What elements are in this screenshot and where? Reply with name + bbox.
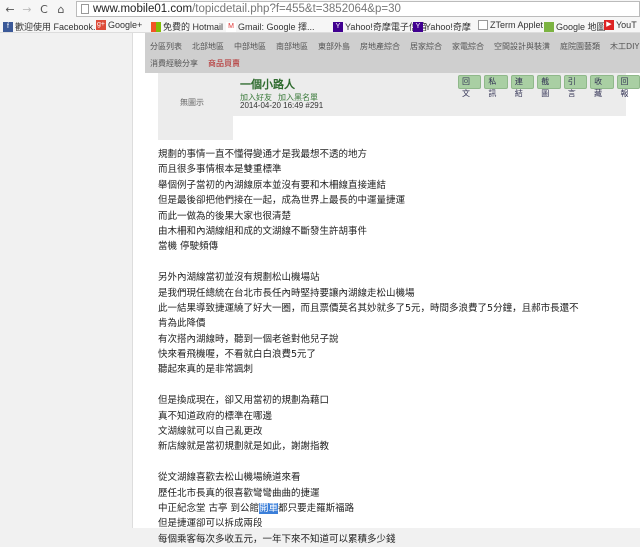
forum-nav: 分區列表 北部地區 中部地區 南部地區 東部外島 房地產綜合 居家綜合 家電綜合… bbox=[145, 33, 640, 73]
bookmark-label: Yahoo!奇摩 bbox=[425, 22, 471, 32]
post-meta: 2014-04-20 16:49 #291 bbox=[240, 101, 323, 110]
post-line: 舉個例子當初的內湖線原本並沒有要和木柵線直接連結 bbox=[158, 179, 387, 191]
post-body-bg bbox=[233, 116, 640, 146]
nav-link[interactable]: 庭院園藝類 bbox=[560, 41, 600, 52]
post-line: 另外內湖線當初並沒有規劃松山機場站 bbox=[158, 272, 320, 284]
reply-button[interactable]: 回文 bbox=[458, 75, 482, 98]
bookmark-label: Google+ bbox=[108, 20, 143, 30]
page-icon bbox=[81, 4, 89, 14]
gmail-icon: M bbox=[226, 21, 236, 32]
post-line: 但是換成現在，卻又用當初的規劃為藉口 bbox=[158, 395, 330, 407]
post-line: 中正紀念堂 古亭 到公館開車都只要走羅斯福路 bbox=[158, 501, 579, 516]
nav-link[interactable]: 木工DIY bbox=[610, 41, 639, 52]
bookmark-label: YouT bbox=[616, 20, 637, 30]
post-line: 而且很多事情根本是雙重標準 bbox=[158, 164, 282, 176]
post-line: 當機 停駛頻傳 bbox=[158, 241, 219, 253]
post-line: 肯為此降價 bbox=[158, 318, 206, 330]
message-button[interactable]: 私訊 bbox=[484, 75, 508, 98]
nav-link[interactable]: 房地產綜合 bbox=[360, 41, 400, 52]
windows-icon bbox=[151, 21, 161, 32]
post-line: 文湖線就可以自己亂更改 bbox=[158, 426, 263, 438]
url-path: /topicdetail.php?f=455&t=3852064&p=30 bbox=[192, 3, 401, 15]
home-icon[interactable]: ⌂ bbox=[54, 3, 68, 16]
yahoo-icon: Y bbox=[413, 21, 423, 32]
nav-link[interactable]: 消費經驗分享 bbox=[150, 58, 198, 69]
bookmark-facebook[interactable]: f 歡迎使用 Facebook... bbox=[3, 20, 101, 33]
post-text: 都只要走羅斯福路 bbox=[278, 502, 355, 514]
post-line: 從文湖線喜歡去松山機場繞道來看 bbox=[158, 472, 301, 484]
post-line: 歷任北市長真的很喜歡彎彎曲曲的捷運 bbox=[158, 487, 320, 499]
nav-link[interactable]: 家電綜合 bbox=[452, 41, 484, 52]
browser-toolbar: ← → C ⌂ www.mobile01.com/topicdetail.php… bbox=[0, 0, 640, 18]
address-bar[interactable]: www.mobile01.com/topicdetail.php?f=455&t… bbox=[76, 1, 640, 17]
bookmark-google-maps[interactable]: Google 地圖 bbox=[544, 20, 606, 33]
favorite-button[interactable]: 收藏 bbox=[590, 75, 614, 98]
link-button[interactable]: 連結 bbox=[510, 75, 535, 98]
bookmark-label: Gmail: Google 擇... bbox=[238, 22, 315, 32]
post-line bbox=[158, 255, 579, 270]
bookmark-label: 歡迎使用 Facebook... bbox=[15, 22, 101, 32]
nav-link-active[interactable]: 商品買賣 bbox=[208, 58, 240, 69]
post-line: 有次搭內湖線時，聽到一個老爸對他兒子說 bbox=[158, 333, 339, 345]
facebook-icon: f bbox=[3, 21, 13, 32]
post-datetime: 2014-04-20 16:49 bbox=[240, 101, 304, 110]
screenshot-button[interactable]: 截圖 bbox=[537, 75, 561, 98]
post-line: 新店線就是當初規劃就是如此，謝謝指教 bbox=[158, 441, 330, 453]
post-line: 是我們現任總統在台北市長任內時堅持要讓內湖線走松山機場 bbox=[158, 287, 415, 299]
post-actions: 回文 私訊 連結 截圖 引言 收藏 回報 bbox=[458, 75, 640, 98]
post-line: 此一結果導致捷運繞了好大一圈，而且票價莫名其妙就多了5元，時間多浪費了5分鐘，且… bbox=[158, 302, 579, 314]
maps-icon bbox=[544, 21, 554, 32]
post-line: 規劃的事情一直不懂得變通才是我最想不透的地方 bbox=[158, 149, 368, 160]
post-number[interactable]: #291 bbox=[305, 101, 323, 110]
post-line: 而此一做為的後果大家也很清楚 bbox=[158, 210, 292, 222]
post-line: 每個乘客每次多收五元，一年下來不知道可以累積多少錢 bbox=[158, 533, 396, 545]
googleplus-icon: g+ bbox=[96, 20, 106, 30]
nav-link[interactable]: 空間設計與裝潢 bbox=[494, 41, 550, 52]
post-text: 中正紀念堂 古亭 到公館 bbox=[158, 502, 260, 514]
bookmark-zterm[interactable]: ZTerm Applet bbox=[478, 20, 543, 30]
bookmarks-bar: f 歡迎使用 Facebook... g+ Google+ 免費的 Hotmail … bbox=[0, 18, 640, 33]
bookmark-googleplus[interactable]: g+ Google+ bbox=[96, 20, 142, 30]
selected-text: 開車 bbox=[259, 502, 279, 514]
bookmark-youtube[interactable]: ▶ YouT bbox=[604, 20, 637, 30]
nav-link[interactable]: 中部地區 bbox=[234, 41, 266, 52]
youtube-icon: ▶ bbox=[604, 20, 614, 30]
post-line bbox=[158, 455, 579, 470]
post-line: 但是捷運卻可以拆成兩段 bbox=[158, 518, 263, 530]
bookmark-label: Google 地圖 bbox=[556, 22, 606, 32]
bookmark-label: ZTerm Applet bbox=[490, 20, 544, 30]
url-host: www.mobile01.com bbox=[93, 3, 193, 15]
bookmark-yahoo[interactable]: Y Yahoo!奇摩 bbox=[413, 20, 471, 33]
bookmark-label: 免費的 Hotmail bbox=[163, 22, 224, 32]
forward-icon[interactable]: → bbox=[20, 3, 34, 16]
post-line: 但是最後卻把他們接在一起，成為世界上最長的中運量捷運 bbox=[158, 195, 406, 207]
post-line: 真不知道政府的標準在哪邊 bbox=[158, 410, 273, 422]
report-button[interactable]: 回報 bbox=[616, 75, 640, 98]
back-icon[interactable]: ← bbox=[3, 3, 17, 16]
post-body: 規劃的事情一直不懂得變通才是我最想不透的地方 而且很多事情根本是雙重標準舉個例子當… bbox=[158, 147, 579, 547]
post-line: 聽起來真的是非常諷刺 bbox=[158, 364, 254, 376]
quote-button[interactable]: 引言 bbox=[563, 75, 588, 98]
bookmark-gmail[interactable]: M Gmail: Google 擇... bbox=[226, 20, 315, 33]
bookmark-hotmail[interactable]: 免費的 Hotmail bbox=[151, 20, 223, 33]
page-icon bbox=[478, 20, 488, 30]
post-line bbox=[158, 378, 579, 393]
avatar-placeholder: 無圖示 bbox=[180, 98, 204, 107]
reload-icon[interactable]: C bbox=[37, 3, 51, 16]
post-line: 快來看飛機喔，不看就白白浪費5元了 bbox=[158, 349, 317, 361]
nav-link[interactable]: 居家綜合 bbox=[410, 41, 442, 52]
nav-link[interactable]: 分區列表 bbox=[150, 41, 182, 52]
author-name[interactable]: 一個小路人 bbox=[240, 76, 295, 92]
nav-link[interactable]: 東部外島 bbox=[318, 41, 350, 52]
nav-link[interactable]: 南部地區 bbox=[276, 41, 308, 52]
post-line: 由木柵和內湖線組和成的文湖線不斷發生許胡事件 bbox=[158, 225, 368, 237]
yahoo-icon: Y bbox=[333, 21, 343, 32]
nav-link[interactable]: 北部地區 bbox=[192, 41, 224, 52]
